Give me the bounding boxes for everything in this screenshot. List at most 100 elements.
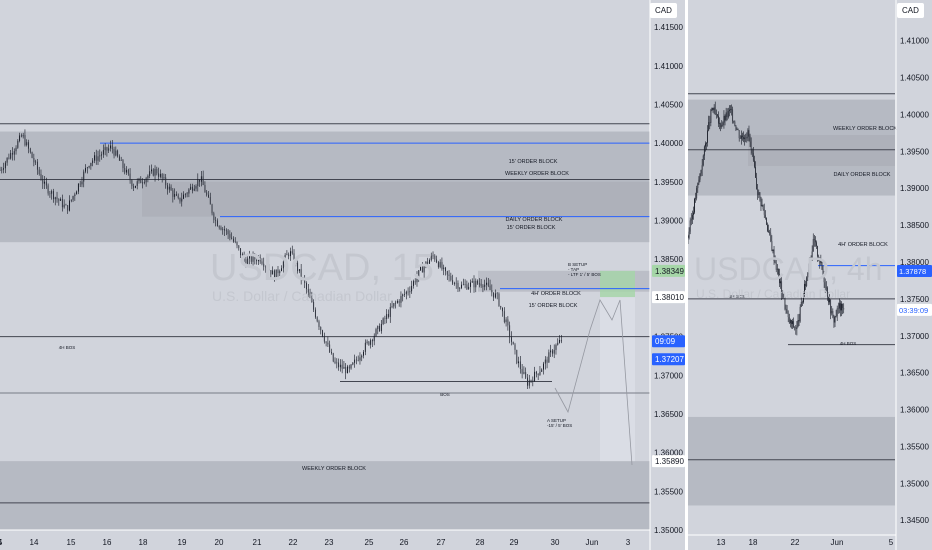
left-chart-canvas[interactable]: 1.41500 1.41000 1.40500 1.40000 1.39500 1.390… [0,0,685,550]
candle [67,205,69,211]
candle [543,363,544,370]
candle [453,282,455,284]
candle [206,192,208,195]
price-tick-label: 1.41500 [654,23,683,32]
candle [800,301,802,307]
candle [126,169,127,173]
candle [835,316,837,317]
candle [108,148,110,151]
candle [29,148,31,153]
candle [702,155,704,166]
candle [455,282,457,284]
candle [792,321,793,324]
candle [316,317,318,322]
candle [152,169,154,176]
candle [459,287,461,289]
candle [725,112,727,121]
candle [122,160,124,169]
candle [156,168,158,174]
candle [327,342,329,345]
time-tick-label: Jun [586,538,599,547]
candle [771,241,773,252]
candle [124,168,126,173]
candle [386,314,388,319]
time-tick-label: 15 [67,538,76,547]
candle [111,145,113,150]
candle [450,275,452,281]
candle [409,291,411,293]
candle [710,109,712,123]
candle [331,352,332,354]
candle [557,342,559,345]
candle [748,130,750,136]
candle [12,152,13,155]
candle [193,188,195,191]
candle [718,115,719,124]
candle [395,302,397,304]
candle [204,185,206,193]
price-tick-label: 1.37000 [654,371,683,380]
candle [208,194,209,198]
candle [760,197,762,206]
time-tick-label: 25 [365,538,374,547]
right-chart-canvas[interactable]: 1.41000 1.40500 1.40000 1.39500 1.39000 1.385… [688,0,932,550]
time-tick-label: 30 [551,538,560,547]
currency-button[interactable]: CAD [650,3,677,18]
countdown-tag: 03:39:09 [899,306,928,315]
time-tick-label: 21 [253,538,262,547]
time-tick-label: 14 [30,538,39,547]
candle [350,364,352,369]
candle [175,194,177,196]
candle [693,212,694,215]
candle [713,107,715,111]
candle [45,181,47,186]
candle [24,135,26,146]
candle [487,282,489,286]
left-chart-pane[interactable]: 1.41500 1.41000 1.40500 1.40000 1.39500 1.390… [0,0,685,550]
candle [532,380,534,382]
candle [469,282,471,287]
candle [28,142,29,149]
candle [471,280,473,283]
candle [698,179,700,184]
candle [31,152,33,158]
candle [56,197,58,200]
time-tick-label: 20 [215,538,224,547]
daily-order-block-label: DAILY ORDER BLOCK [834,172,891,178]
weekly-order-block-bottom-zone [688,416,895,506]
candle [127,169,129,174]
candle [745,137,747,139]
currency-button[interactable]: CAD [897,3,924,18]
candle [69,200,70,211]
candle [113,149,115,156]
candle [767,224,768,231]
candle [434,255,436,260]
candle [840,303,841,311]
candle [491,290,493,293]
candle [715,113,717,115]
watermark-symbol: USDCAD, 4h [694,251,883,287]
candle [743,137,744,140]
candle [841,303,842,311]
candle [527,377,528,386]
price-tick-label: 1.36500 [900,369,929,378]
price-tick-label: 1.40000 [654,139,683,148]
candle [496,293,498,295]
candle [355,359,357,361]
candle [174,194,176,197]
candle [88,166,90,168]
candle [764,214,766,218]
weekly-low-tag: 1.35890 [655,457,684,466]
candle [510,337,512,342]
candle [17,140,19,148]
candle [732,109,734,122]
candle [770,233,772,242]
candle [696,188,698,199]
candle [452,280,454,284]
right-chart-pane[interactable]: 1.41000 1.40500 1.40000 1.39500 1.39000 1.385… [688,0,932,550]
candle [99,155,101,157]
candle [60,199,62,201]
candle [446,271,448,275]
candle [720,123,722,128]
target-zone-green [600,270,635,298]
